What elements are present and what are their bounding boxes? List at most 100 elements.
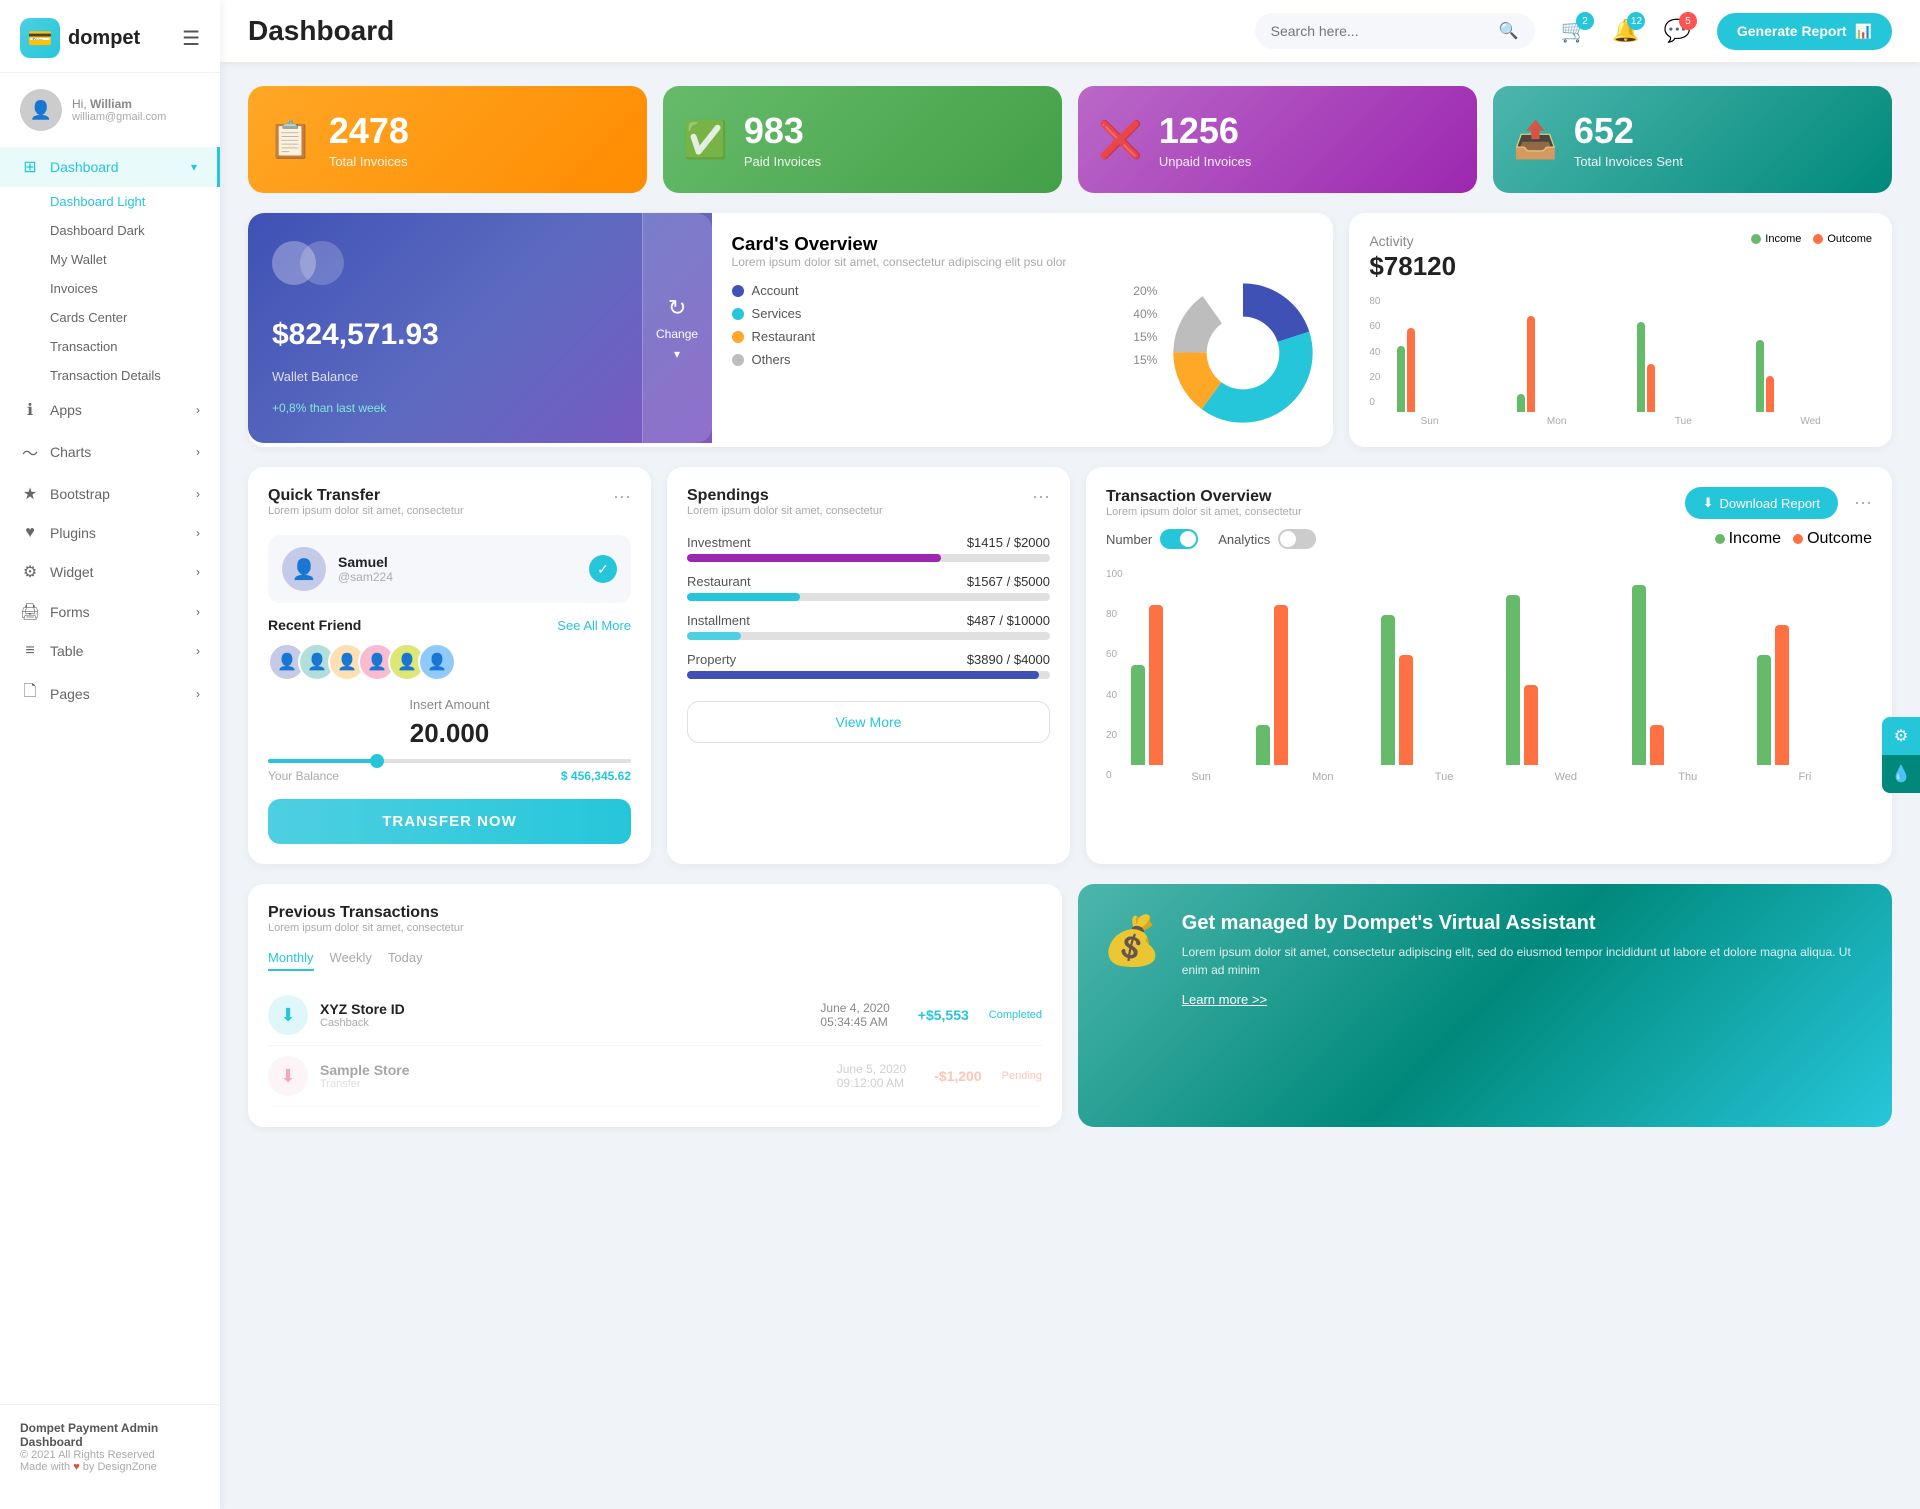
tab-weekly[interactable]: Weekly [330, 950, 372, 971]
spending-investment: Investment $1415 / $2000 [687, 535, 1050, 562]
hamburger-icon[interactable]: ☰ [182, 26, 200, 51]
va-description: Lorem ipsum dolor sit amet, consectetur … [1182, 943, 1868, 979]
to-outcome-legend: Outcome [1793, 530, 1872, 548]
activity-amount: $78120 [1369, 251, 1456, 282]
cart-icon-btn[interactable]: 🛒 2 [1555, 12, 1594, 50]
activity-outcome-legend: Outcome [1813, 233, 1872, 245]
sidebar-logo-area: 💳 dompet ☰ [0, 0, 220, 73]
unpaid-invoices-icon: ❌ [1098, 119, 1143, 161]
refresh-icon: ↻ [668, 295, 686, 321]
water-float-button[interactable]: 💧 [1882, 755, 1920, 793]
spendings-subtitle: Lorem ipsum dolor sit amet, consectetur [687, 505, 883, 517]
sidebar-item-transaction-details[interactable]: Transaction Details [20, 361, 220, 390]
sidebar-item-pages[interactable]: 🗋 Pages › [0, 670, 220, 717]
prev-trans-sub: Lorem ipsum dolor sit amet, consectetur [268, 922, 464, 934]
amount-label: Insert Amount [268, 697, 631, 712]
spending-property: Property $3890 / $4000 [687, 652, 1050, 679]
friends-avatars: 👤 👤 👤 👤 👤 👤 [268, 643, 631, 681]
sidebar-item-my-wallet[interactable]: My Wallet [20, 245, 220, 274]
sidebar-item-plugins[interactable]: ♥ Plugins › [0, 514, 220, 552]
activity-title: Activity [1369, 233, 1456, 249]
main-area: Dashboard 🔍 🛒 2 🔔 12 💬 5 Generate Report… [220, 0, 1920, 1509]
stat-card-unpaid-invoices: ❌ 1256 Unpaid Invoices [1078, 86, 1477, 193]
tab-today[interactable]: Today [388, 950, 423, 971]
apps-arrow: › [196, 403, 200, 417]
page-title: Dashboard [248, 15, 394, 47]
qt-subtitle: Lorem ipsum dolor sit amet, consectetur [268, 505, 464, 517]
sidebar-item-dashboard-dark[interactable]: Dashboard Dark [20, 216, 220, 245]
see-all-link[interactable]: See All More [557, 618, 631, 633]
slider-track[interactable] [268, 759, 631, 763]
right-float-panel: ⚙ 💧 [1882, 717, 1920, 793]
download-report-button[interactable]: ⬇ Download Report [1685, 487, 1838, 519]
tab-monthly[interactable]: Monthly [268, 950, 314, 971]
generate-report-button[interactable]: Generate Report 📊 [1717, 13, 1892, 50]
download-icon: ⬇ [1703, 495, 1714, 511]
previous-transactions-card: Previous Transactions Lorem ipsum dolor … [248, 884, 1062, 1127]
to-bar-chart [1131, 565, 1872, 765]
bootstrap-icon: ★ [20, 484, 40, 504]
plugins-arrow: › [196, 526, 200, 540]
search-input[interactable] [1271, 23, 1491, 39]
legend-restaurant: Restaurant 15% [732, 329, 1158, 344]
settings-float-button[interactable]: ⚙ [1882, 717, 1920, 755]
cart-badge: 2 [1576, 12, 1594, 30]
legend-services: Services 40% [732, 306, 1158, 321]
sidebar-item-table[interactable]: ≡ Table › [0, 632, 220, 670]
sidebar-item-dashboard[interactable]: ⊞ Dashboard ▾ [0, 147, 220, 187]
sidebar: 💳 dompet ☰ 👤 Hi, William william@gmail.c… [0, 0, 220, 1509]
sidebar-item-apps[interactable]: ℹ Apps › [0, 390, 220, 430]
legend-account: Account 20% [732, 283, 1158, 298]
nav-section: ⊞ Dashboard ▾ Dashboard Light Dashboard … [0, 147, 220, 1404]
va-learn-more-link[interactable]: Learn more >> [1182, 992, 1267, 1007]
total-sent-number: 652 [1574, 110, 1683, 152]
table-arrow: › [196, 644, 200, 658]
forms-arrow: › [196, 605, 200, 619]
slider-thumb[interactable] [370, 754, 384, 768]
toggle-analytics-switch[interactable] [1278, 529, 1316, 549]
sidebar-item-bootstrap[interactable]: ★ Bootstrap › [0, 474, 220, 514]
message-icon-btn[interactable]: 💬 5 [1657, 12, 1696, 50]
total-sent-icon: 📤 [1513, 119, 1558, 161]
spendings-menu-icon[interactable]: ⋯ [1032, 487, 1050, 508]
table-icon: ≡ [20, 642, 40, 660]
sidebar-item-dashboard-light[interactable]: Dashboard Light [20, 187, 220, 216]
check-icon: ✓ [589, 555, 617, 583]
transfer-now-button[interactable]: TRANSFER NOW [268, 799, 631, 844]
paid-invoices-label: Paid Invoices [744, 154, 821, 169]
to-menu-icon[interactable]: ⋯ [1854, 493, 1872, 514]
prev-trans-title: Previous Transactions [268, 904, 464, 922]
toggle-number-switch[interactable] [1160, 529, 1198, 549]
to-legend: Income Outcome [1715, 530, 1872, 548]
legend-others: Others 15% [732, 352, 1158, 367]
sidebar-item-forms[interactable]: 🖨 Forms › [0, 592, 220, 632]
sidebar-item-widget[interactable]: ⚙ Widget › [0, 552, 220, 592]
dashboard-icon: ⊞ [20, 157, 40, 177]
last-row: Previous Transactions Lorem ipsum dolor … [248, 884, 1892, 1127]
bell-icon-btn[interactable]: 🔔 12 [1606, 12, 1645, 50]
wallet-amount: $824,571.93 [272, 318, 688, 352]
paid-invoices-icon: ✅ [683, 119, 728, 161]
change-card-button[interactable]: ↻ Change ▾ [642, 213, 712, 443]
sidebar-item-transaction[interactable]: Transaction [20, 332, 220, 361]
trans-icon: ⬇ [268, 995, 308, 1035]
cards-overview-subtitle: Lorem ipsum dolor sit amet, consectetur … [732, 255, 1314, 269]
user-section: 👤 Hi, William william@gmail.com [0, 73, 220, 147]
to-title: Transaction Overview [1106, 488, 1302, 506]
bar-chart-icon: 📊 [1855, 23, 1872, 40]
sidebar-item-invoices[interactable]: Invoices [20, 274, 220, 303]
sidebar-item-cards-center[interactable]: Cards Center [20, 303, 220, 332]
charts-icon: 〜 [20, 440, 40, 464]
spendings-list: Investment $1415 / $2000 [687, 535, 1050, 679]
friends-label: Recent Friend [268, 617, 361, 633]
qt-menu-icon[interactable]: ⋯ [613, 487, 631, 508]
view-more-button[interactable]: View More [687, 701, 1050, 743]
contact-avatar: 👤 [282, 547, 326, 591]
wallet-circles [272, 241, 688, 285]
wallet-card: $824,571.93 Wallet Balance +0,8% than la… [248, 213, 712, 443]
contact-name: Samuel [338, 554, 393, 570]
sidebar-item-charts[interactable]: 〜 Charts › [0, 430, 220, 474]
logo-text: dompet [68, 27, 140, 50]
search-bar[interactable]: 🔍 [1255, 13, 1535, 49]
stat-cards-row: 📋 2478 Total Invoices ✅ 983 Paid Invoice… [248, 86, 1892, 193]
